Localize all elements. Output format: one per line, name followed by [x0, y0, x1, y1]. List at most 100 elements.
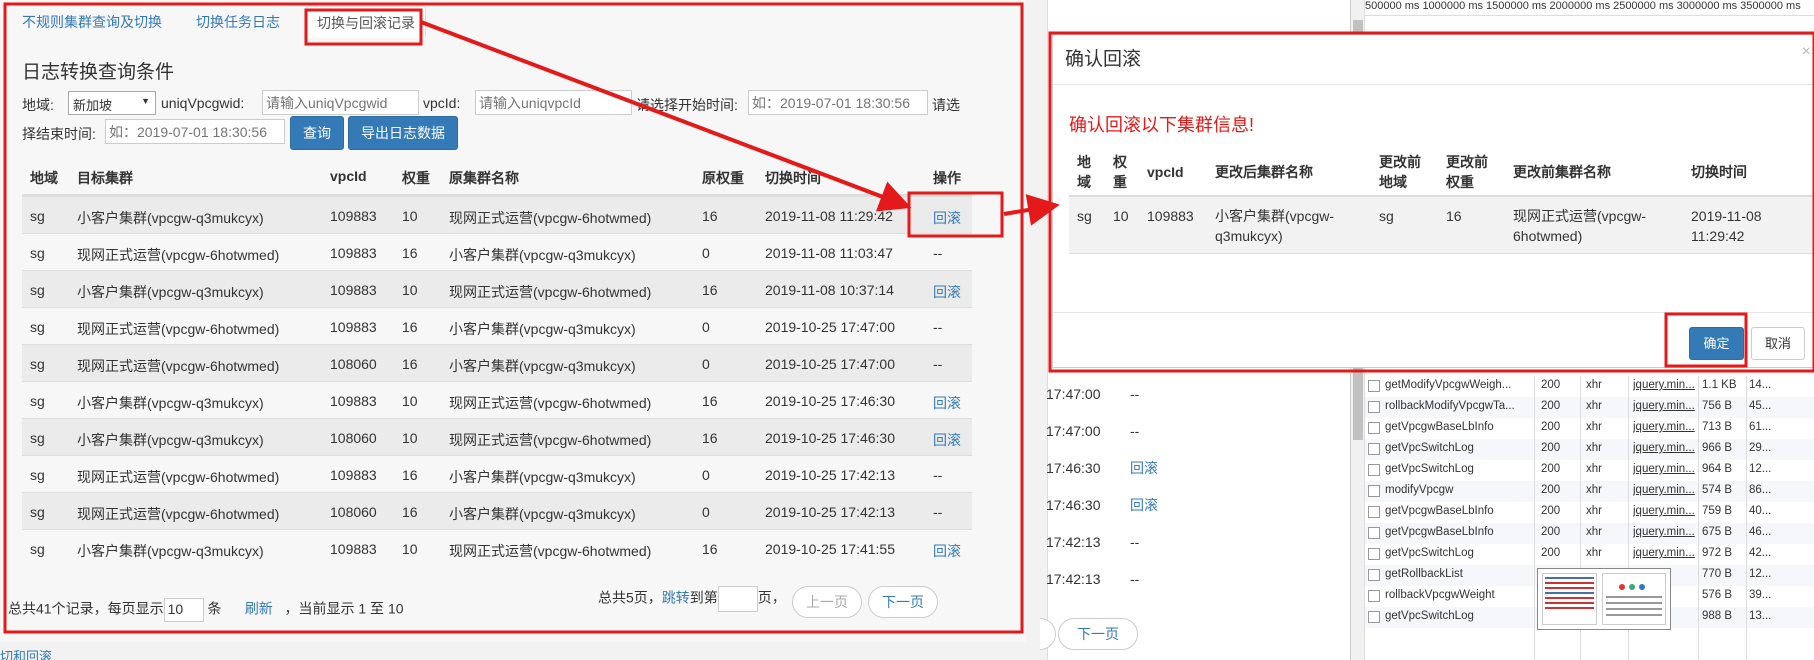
- request-checkbox[interactable]: [1368, 485, 1380, 497]
- request-initiator[interactable]: jquery.min...: [1633, 484, 1697, 496]
- export-log-button[interactable]: 导出日志数据: [348, 116, 458, 150]
- cancel-button[interactable]: 取消: [1751, 327, 1805, 360]
- request-checkbox[interactable]: [1368, 548, 1380, 560]
- background-time-cell: 17:42:13: [1046, 534, 1101, 550]
- next-page-button[interactable]: 下一页: [868, 586, 938, 618]
- background-time-cell: 17:42:13: [1046, 571, 1101, 587]
- request-type: xhr: [1586, 547, 1602, 559]
- dialog-column-header: vpcId: [1147, 162, 1184, 182]
- background-op-cell: --: [1130, 534, 1140, 550]
- table-cell: 109883: [330, 245, 377, 261]
- background-time-cell: 17:46:30: [1046, 460, 1101, 476]
- table-cell: 2019-10-25 17:42:13: [765, 504, 895, 520]
- request-time: 42...: [1749, 547, 1772, 559]
- request-size: 576 B: [1702, 589, 1733, 601]
- table-cell: 现网正式运营(vpcgw-6hotwmed): [449, 210, 652, 226]
- table-row: sg 小客户集群(vpcgw-q3mukcyx) 109883 10 现网正式运营(vp…: [22, 529, 972, 566]
- table-cell: 小客户集群(vpcgw-q3mukcyx): [449, 358, 636, 374]
- request-checkbox[interactable]: [1368, 611, 1380, 623]
- uniq-vpcgwid-label: uniqVpcgwid:: [161, 95, 245, 111]
- request-checkbox[interactable]: [1368, 443, 1380, 455]
- tab-irregular-cluster-query[interactable]: 不规则集群查询及切换: [22, 12, 162, 44]
- table-row: sg 小客户集群(vpcgw-q3mukcyx) 108060 10 现网正式运营(vp…: [22, 418, 972, 455]
- jump-link[interactable]: 跳转: [662, 590, 690, 606]
- dialog-column-header: 切换时间: [1691, 162, 1747, 182]
- vpcid-input[interactable]: [475, 90, 632, 115]
- request-checkbox[interactable]: [1368, 506, 1380, 518]
- request-initiator[interactable]: jquery.min...: [1633, 526, 1697, 538]
- rollback-link[interactable]: 回滚: [933, 393, 961, 413]
- jump-page-input[interactable]: [717, 586, 758, 612]
- dialog-cell-line: 小客户集群(vpcgw-: [1215, 208, 1335, 224]
- table-cell: sg: [30, 541, 45, 557]
- end-time-input[interactable]: [105, 119, 285, 144]
- request-time: 29...: [1749, 442, 1772, 454]
- dialog-cell-line: 2019-11-08: [1691, 208, 1762, 224]
- column-header: 原权重: [702, 170, 744, 186]
- table-cell: 109883: [330, 467, 377, 483]
- request-checkbox[interactable]: [1368, 401, 1380, 413]
- request-name: getVpcgwBaseLbInfo: [1385, 421, 1494, 433]
- request-checkbox[interactable]: [1368, 464, 1380, 476]
- table-cell: sg: [30, 208, 45, 224]
- table-cell: 16: [702, 541, 718, 557]
- table-cell: 10: [402, 430, 418, 446]
- request-size: 756 B: [1702, 400, 1733, 412]
- request-initiator[interactable]: jquery.min...: [1633, 421, 1697, 433]
- rollback-link[interactable]: 回滚: [933, 208, 961, 228]
- start-time-input[interactable]: [748, 90, 928, 115]
- close-icon[interactable]: ×: [1802, 43, 1811, 61]
- devtools-column-divider: [1698, 376, 1699, 660]
- table-cell: 16: [702, 208, 718, 224]
- background-bottom-link[interactable]: 切和回滚: [0, 646, 52, 660]
- refresh-link[interactable]: 刷新: [245, 601, 273, 617]
- request-initiator[interactable]: jquery.min...: [1633, 400, 1697, 412]
- table-row: sg 小客户集群(vpcgw-q3mukcyx) 109883 10 现网正式运营(vp…: [22, 270, 972, 307]
- dialog-cell-line: 109883: [1147, 208, 1194, 224]
- request-initiator[interactable]: jquery.min...: [1633, 547, 1697, 559]
- background-rollback-link[interactable]: 回滚: [1130, 450, 1158, 487]
- page-size-input[interactable]: 10: [163, 598, 204, 622]
- dialog-header-line: 更改前: [1379, 154, 1421, 170]
- jump-to-text: 到第: [689, 589, 718, 606]
- rollback-link[interactable]: 回滚: [933, 430, 961, 450]
- request-name: rollbackVpcgwWeight: [1385, 589, 1495, 601]
- request-checkbox[interactable]: [1368, 380, 1380, 392]
- query-button[interactable]: 查询: [290, 116, 344, 150]
- table-cell: 小客户集群(vpcgw-q3mukcyx): [77, 432, 264, 448]
- request-checkbox[interactable]: [1368, 527, 1380, 539]
- request-initiator[interactable]: jquery.min...: [1633, 442, 1697, 454]
- table-cell: 现网正式运营(vpcgw-6hotwmed): [449, 543, 652, 559]
- table-cell: 16: [402, 467, 418, 483]
- request-name: getModifyVpcgwWeigh...: [1385, 379, 1512, 391]
- request-status: 200: [1541, 400, 1561, 412]
- table-cell: 108060: [330, 356, 377, 372]
- request-checkbox[interactable]: [1368, 569, 1380, 581]
- region-select[interactable]: 新加坡 ▼: [68, 91, 156, 115]
- request-checkbox[interactable]: [1368, 590, 1380, 602]
- pagination-summary: 总共41个记录，每页显示 10 条 刷新 ，当前显示 1 至 10: [8, 598, 404, 622]
- rollback-link[interactable]: 回滚: [933, 541, 961, 561]
- request-initiator[interactable]: jquery.min...: [1633, 379, 1697, 391]
- screenshot-thumbnail-preview: [1537, 568, 1671, 630]
- request-initiator[interactable]: jquery.min...: [1633, 463, 1697, 475]
- prev-page-button[interactable]: 上一页: [792, 586, 862, 618]
- request-size: 966 B: [1702, 442, 1733, 454]
- background-rollback-link[interactable]: 回滚: [1130, 487, 1158, 524]
- uniq-vpcgwid-input[interactable]: [262, 90, 419, 115]
- table-row: sg 现网正式运营(vpcgw-6hotwmed) 108060 16 小客户集群(vp…: [22, 492, 972, 529]
- end-time-label-part1: 请选: [932, 97, 960, 113]
- request-checkbox[interactable]: [1368, 422, 1380, 434]
- dialog-header-line: 切换时间: [1691, 164, 1747, 180]
- dialog-header-line: 权重: [1446, 174, 1474, 190]
- background-next-page-button[interactable]: 下一页: [1058, 618, 1138, 650]
- request-type: xhr: [1586, 484, 1602, 496]
- column-header: vpcId: [330, 168, 367, 184]
- confirm-button[interactable]: 确定: [1689, 327, 1744, 360]
- tab-switch-task-log[interactable]: 切换任务日志: [196, 12, 280, 44]
- request-status: 200: [1541, 379, 1561, 391]
- request-initiator[interactable]: jquery.min...: [1633, 505, 1697, 517]
- rollback-link[interactable]: 回滚: [933, 282, 961, 302]
- tab-switch-rollback-records[interactable]: 切换与回滚记录: [306, 6, 426, 38]
- table-cell: 109883: [330, 541, 377, 557]
